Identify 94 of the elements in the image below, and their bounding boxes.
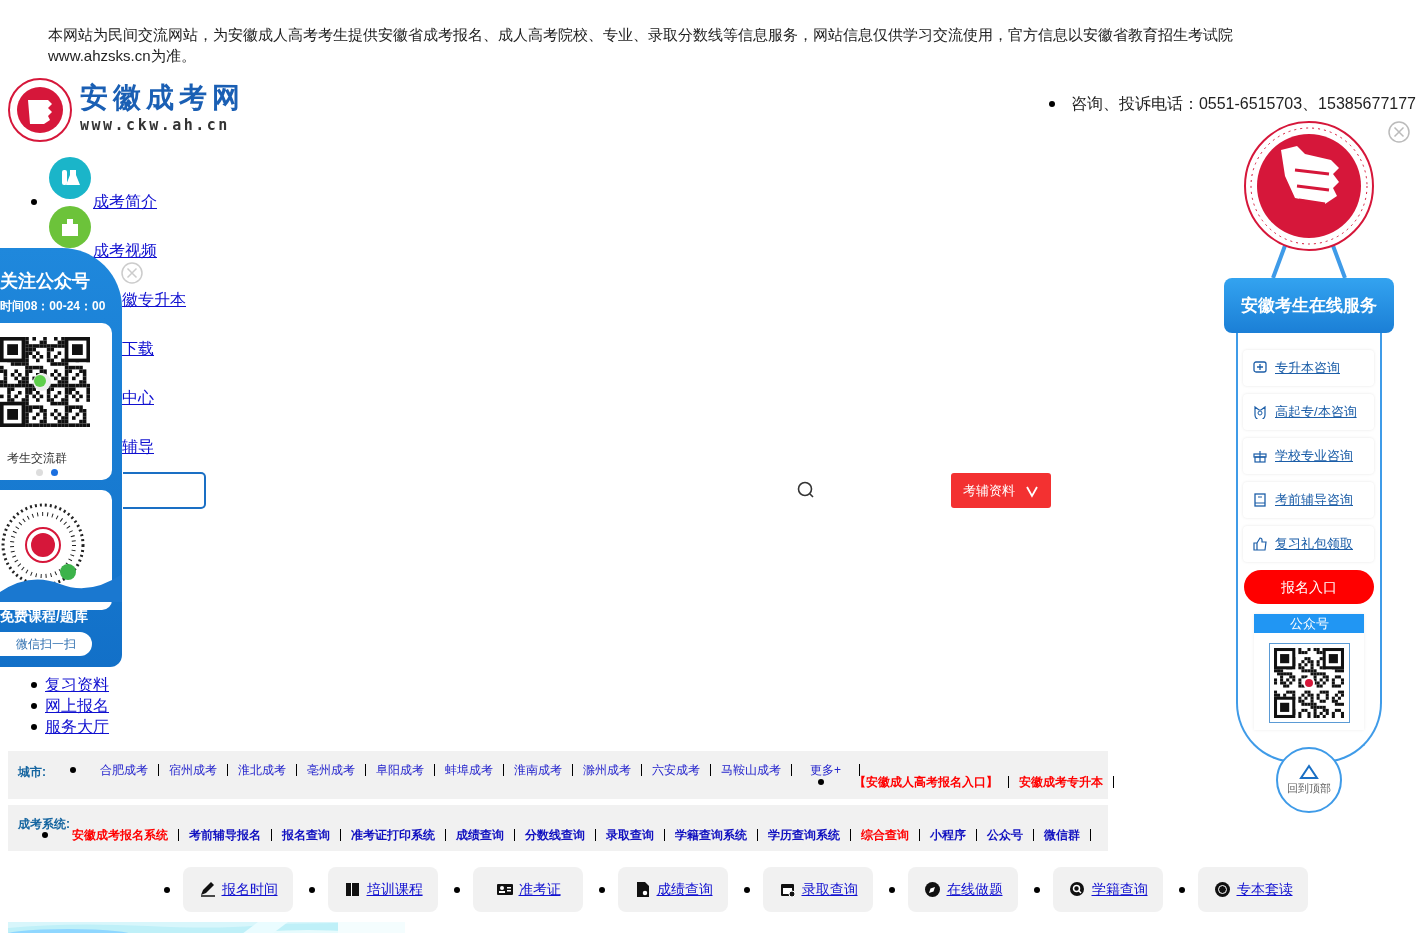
triangle-up-icon <box>1299 763 1319 780</box>
bullet-dot <box>599 886 605 893</box>
city-link[interactable]: 合肥成考 <box>90 764 159 776</box>
system-link[interactable]: 综合查询 <box>851 829 920 841</box>
nav-link[interactable]: 成考简介 <box>93 191 157 213</box>
pen-icon <box>198 881 216 898</box>
city-link[interactable]: 蚌埠成考 <box>435 764 504 776</box>
service-link[interactable]: 专升本咨询 <box>1243 350 1374 386</box>
city-link[interactable]: 淮北成考 <box>228 764 297 776</box>
bullet-dot <box>70 767 76 773</box>
system-link[interactable]: 微信群 <box>1034 829 1091 841</box>
system-link[interactable]: 安徽成考报名系统 <box>62 829 179 841</box>
city-link[interactable]: 安徽成考专升本 <box>1009 776 1114 788</box>
book-icon <box>1253 493 1267 507</box>
service-link[interactable]: 学校专业咨询 <box>1243 438 1374 474</box>
close-icon[interactable] <box>121 262 143 284</box>
group-label: 考生交流群 <box>7 451 67 465</box>
close-icon[interactable] <box>1388 121 1410 143</box>
scan-button[interactable]: 微信扫一扫 <box>0 632 92 656</box>
bullet-dot <box>744 886 750 893</box>
panel-subtitle: 免费课程/题库 <box>0 607 88 626</box>
bar-label: 城市: <box>18 764 46 781</box>
quick-link-button[interactable]: 准考证 <box>473 867 583 912</box>
id-card-icon <box>495 881 513 898</box>
back-to-top-button[interactable]: 回到顶部 <box>1276 747 1342 813</box>
city-link[interactable]: 亳州成考 <box>297 764 366 776</box>
search-icon <box>797 481 815 499</box>
service-title: 安徽考生在线服务 <box>1224 278 1394 333</box>
bullet-dot <box>31 199 37 205</box>
bullet-dot <box>1034 886 1040 893</box>
system-link[interactable]: 公众号 <box>977 829 1034 841</box>
nav-link[interactable]: 中心 <box>122 387 154 409</box>
nav-link[interactable]: 徽专升本 <box>122 289 186 311</box>
bullet-dot <box>1048 101 1055 107</box>
city-link[interactable]: 阜阳成考 <box>366 764 435 776</box>
bullet-dot <box>31 723 37 730</box>
bullet-dot <box>1179 886 1185 893</box>
nav-link[interactable]: 辅导 <box>122 436 154 458</box>
city-link[interactable]: 【安徽成人高考报名入口】 <box>844 776 1009 788</box>
quick-link-button[interactable]: 录取查询 <box>763 867 873 912</box>
nav-link[interactable]: 下载 <box>122 338 154 360</box>
bullet-dot <box>309 886 315 893</box>
hours-text: 时间08：00-24：00 <box>0 298 107 315</box>
city-link[interactable]: 淮南成考 <box>504 764 573 776</box>
city-link[interactable]: 滁州成考 <box>573 764 642 776</box>
resources-button[interactable]: 考辅资料 <box>951 473 1051 508</box>
system-link[interactable]: 分数线查询 <box>515 829 596 841</box>
system-link[interactable]: 成绩查询 <box>446 829 515 841</box>
system-link[interactable]: 学籍查询系统 <box>665 829 758 841</box>
bullet-dot <box>31 702 37 709</box>
badge-icon <box>1213 881 1231 898</box>
notice-text: 本网站为民间交流网站，为安徽成人高考考生提供安徽省成考报名、成人高考院校、专业、录取分数线等信息服务，网站信息仅供学习交流使用，官方信息以安徽省教育招生考试院www.ahzsks.cn为准。 <box>47 25 1234 66</box>
calendar-icon <box>778 881 796 898</box>
nav-link[interactable]: 成考视频 <box>93 240 157 262</box>
gift-icon <box>1253 449 1267 463</box>
bullet-dot <box>42 832 48 838</box>
logo-url: www.ckw.ah.cn <box>80 115 231 137</box>
qr-code <box>1274 648 1344 718</box>
system-link[interactable]: 报名查询 <box>272 829 341 841</box>
city-link[interactable]: 更多+ <box>792 764 860 776</box>
chat-plus-icon <box>1253 361 1267 375</box>
carousel-dot[interactable] <box>51 469 58 476</box>
flask-icon <box>49 157 91 199</box>
quick-link-button[interactable]: 培训课程 <box>328 867 438 912</box>
wechat-label: 公众号 <box>1254 614 1364 633</box>
service-link[interactable]: 复习礼包领取 <box>1243 526 1374 562</box>
search-field[interactable] <box>123 472 206 509</box>
book-icon <box>343 881 361 898</box>
system-link[interactable]: 准考证打印系统 <box>341 829 446 841</box>
quick-link-button[interactable]: 成绩查询 <box>618 867 728 912</box>
owl-icon <box>1253 405 1267 419</box>
bullet-dot <box>164 886 170 893</box>
panel-title: 关注公众号 <box>0 270 90 293</box>
system-link[interactable]: 录取查询 <box>596 829 665 841</box>
city-link[interactable]: 六安成考 <box>642 764 711 776</box>
bullet-dot <box>454 886 460 893</box>
quick-link-button[interactable]: 学籍查询 <box>1053 867 1163 912</box>
search-icon <box>1068 881 1086 898</box>
bullet-dot <box>31 681 37 688</box>
city-link[interactable]: 宿州成考 <box>159 764 228 776</box>
building-icon <box>49 206 91 248</box>
system-link[interactable]: 学历查询系统 <box>758 829 851 841</box>
carousel-dot[interactable] <box>36 469 43 476</box>
thumbs-up-icon <box>1253 537 1267 551</box>
system-link[interactable]: 小程序 <box>920 829 977 841</box>
compass-icon <box>923 881 941 898</box>
signup-button[interactable]: 报名入口 <box>1244 570 1374 604</box>
bullet-dot <box>818 779 824 785</box>
logo-icon <box>8 77 72 142</box>
system-link[interactable]: 考前辅导报名 <box>179 829 272 841</box>
logo-title: 安徽成考网 <box>80 82 245 115</box>
city-link[interactable]: 马鞍山成考 <box>711 764 792 776</box>
bullet-dot <box>889 886 895 893</box>
contact-text: 咨询、投诉电话：0551-6515703、15385677177 <box>1070 94 1416 114</box>
